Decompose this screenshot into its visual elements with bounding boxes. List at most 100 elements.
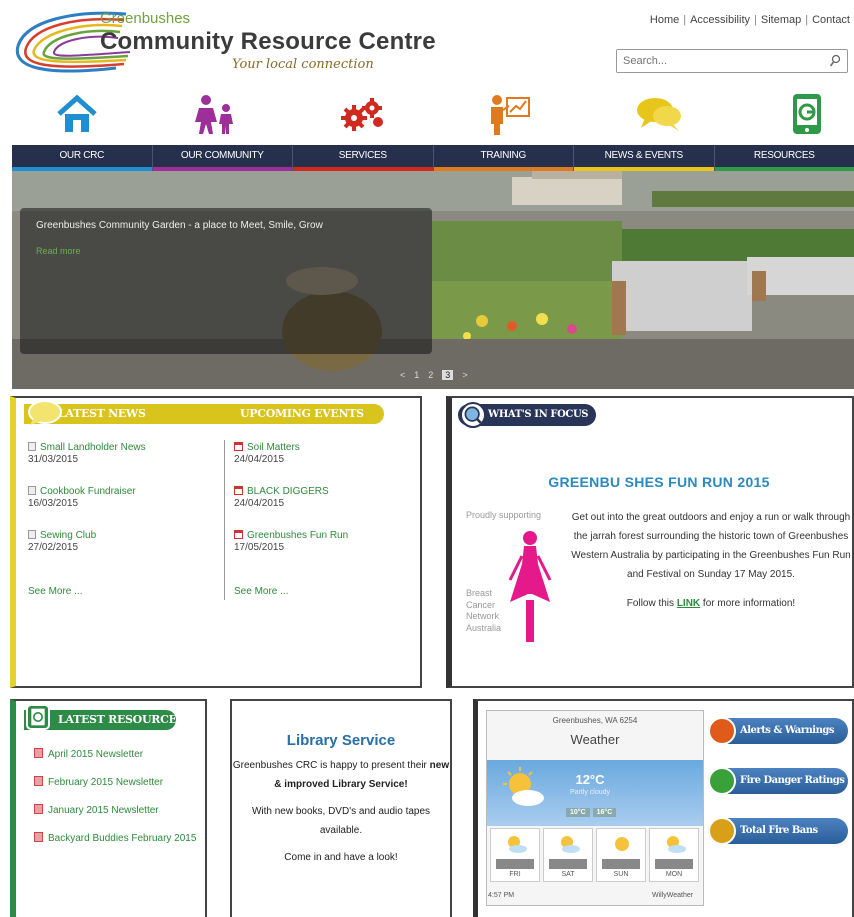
pdf-icon xyxy=(34,804,43,814)
event-date: 24/04/2015 xyxy=(234,498,285,509)
pager-1[interactable]: 1 xyxy=(414,370,419,380)
search-input[interactable] xyxy=(617,50,817,72)
news-item[interactable]: Small Landholder News 31/03/2015 xyxy=(28,442,146,465)
weather-location: Greenbushes, WA 6254 xyxy=(552,716,638,725)
sun-cloud-icon xyxy=(561,836,580,853)
link-separator: | xyxy=(683,14,687,26)
resource-title[interactable]: February 2015 Newsletter xyxy=(48,777,163,788)
news-title[interactable]: Cookbook Fundraiser xyxy=(40,486,136,497)
weather-title: Weather xyxy=(570,732,620,747)
event-title[interactable]: BLACK DIGGERS xyxy=(247,486,329,497)
hero-caption-title: Greenbushes Community Garden - a place t… xyxy=(36,220,323,231)
home-link[interactable]: Home xyxy=(650,14,679,26)
fun-run-description: Get out into the great outdoors and enjo… xyxy=(566,508,854,613)
fun-run-link[interactable]: LINK xyxy=(677,598,700,609)
forecast-temp-bar xyxy=(496,859,534,869)
sponsor-line: Breast xyxy=(466,588,493,598)
follow-pre: Follow this xyxy=(626,598,677,609)
event-item[interactable]: Greenbushes Fun Run 17/05/2015 xyxy=(234,530,348,553)
resource-item[interactable]: April 2015 Newsletter xyxy=(34,748,143,760)
link-separator: | xyxy=(754,14,757,26)
resource-title[interactable]: January 2015 Newsletter xyxy=(48,805,159,816)
calendar-icon xyxy=(234,442,243,451)
news-date: 16/03/2015 xyxy=(28,498,79,509)
news-date: 27/02/2015 xyxy=(28,542,79,553)
resource-item[interactable]: January 2015 Newsletter xyxy=(34,804,159,816)
news-bubble-icon xyxy=(28,400,62,425)
resource-item[interactable]: February 2015 Newsletter xyxy=(34,776,163,788)
slider-pager: < 1 2 3 > xyxy=(400,370,468,380)
resource-item[interactable]: Backyard Buddies February 2015 xyxy=(34,832,204,845)
sun-icon xyxy=(615,837,629,851)
tablet-icon[interactable] xyxy=(782,90,832,138)
logo-title[interactable]: Community Resource Centre xyxy=(100,28,436,56)
news-item[interactable]: Cookbook Fundraiser 16/03/2015 xyxy=(28,486,136,509)
fire-danger-icon xyxy=(708,767,736,795)
speech-bubbles-icon[interactable] xyxy=(634,90,684,138)
sponsor-line: Australia xyxy=(466,622,502,633)
accessibility-link[interactable]: Accessibility xyxy=(690,14,750,26)
contact-link[interactable]: Contact xyxy=(812,14,850,26)
nav-resources[interactable]: RESOURCES xyxy=(714,145,854,171)
resource-title[interactable]: Backyard Buddies February 2015 xyxy=(48,833,196,844)
magnifier-globe-icon xyxy=(460,402,486,428)
pager-next[interactable]: > xyxy=(462,370,467,380)
forecast-temp-bar xyxy=(549,859,587,869)
news-item[interactable]: Sewing Club 27/02/2015 xyxy=(28,530,96,553)
news-title[interactable]: Sewing Club xyxy=(40,530,96,541)
upcoming-events-title: UPCOMING EVENTS xyxy=(240,407,364,420)
latest-news-title: LATEST NEWS xyxy=(58,407,146,420)
library-text: Greenbushes CRC is happy to present thei… xyxy=(232,756,450,867)
forecast-day: SAT xyxy=(543,828,593,882)
gears-icon[interactable] xyxy=(338,90,388,138)
event-title[interactable]: Soil Matters xyxy=(247,442,300,453)
home-icon[interactable] xyxy=(52,90,102,138)
hero-read-more[interactable]: Read more xyxy=(36,246,81,256)
document-icon xyxy=(28,442,36,451)
forecast-day: SUN xyxy=(596,828,646,882)
weather-min: 10°C xyxy=(566,808,590,817)
nav-label: OUR CRC xyxy=(59,150,105,161)
forecast-temp-bar xyxy=(602,859,640,869)
pager-prev[interactable]: < xyxy=(400,370,405,380)
weather-brand[interactable]: WillyWeather xyxy=(652,892,693,899)
nav-services[interactable]: SERVICES xyxy=(293,145,434,171)
news-see-more[interactable]: See More ... xyxy=(28,586,82,597)
events-see-more[interactable]: See More ... xyxy=(234,586,288,597)
news-date: 31/03/2015 xyxy=(28,454,79,465)
top-links: Home | Accessibility | Sitemap | Contact xyxy=(650,14,850,26)
event-title[interactable]: Greenbushes Fun Run xyxy=(247,530,348,541)
event-date: 17/05/2015 xyxy=(234,542,285,553)
weather-condition: Partly cloudy xyxy=(569,789,611,796)
presenter-icon[interactable] xyxy=(484,90,534,138)
forecast-temp-bar xyxy=(655,859,693,869)
sitemap-link[interactable]: Sitemap xyxy=(761,14,801,26)
nav-news-events[interactable]: NEWS & EVENTS xyxy=(574,145,715,171)
calendar-icon xyxy=(234,486,243,495)
nav-our-community[interactable]: OUR COMMUNITY xyxy=(152,145,293,171)
pdf-icon xyxy=(34,748,43,758)
forecast-day-name: MON xyxy=(665,871,683,878)
fun-run-headline: GREENBU SHES FUN RUN 2015 xyxy=(548,474,770,490)
weather-range: 10°C 16°C xyxy=(566,808,617,817)
nav-label: RESOURCES xyxy=(753,150,815,161)
nav-our-crc[interactable]: OUR CRC xyxy=(12,145,153,171)
pdf-icon xyxy=(34,832,43,842)
nav-training[interactable]: TRAINING xyxy=(433,145,574,171)
main-nav: OUR CRC OUR COMMUNITY SERVICES TRAINING … xyxy=(12,145,854,171)
tablet-icon xyxy=(26,704,50,730)
nav-label: OUR COMMUNITY xyxy=(180,150,264,161)
pager-3[interactable]: 3 xyxy=(442,370,454,380)
search-icon[interactable] xyxy=(829,54,841,68)
sponsor-line: Network xyxy=(466,611,500,621)
pdf-icon xyxy=(34,776,43,786)
weather-temp: 12°C xyxy=(575,772,605,787)
news-header-bar: LATEST NEWS UPCOMING EVENTS xyxy=(24,404,384,424)
people-icon[interactable] xyxy=(190,90,240,138)
pager-2[interactable]: 2 xyxy=(428,370,433,380)
event-item[interactable]: Soil Matters 24/04/2015 xyxy=(234,442,300,465)
resource-title[interactable]: April 2015 Newsletter xyxy=(48,749,143,760)
event-item[interactable]: BLACK DIGGERS 24/04/2015 xyxy=(234,486,329,509)
news-title[interactable]: Small Landholder News xyxy=(40,442,146,453)
fun-run-follow: Follow this LINK for more information! xyxy=(566,594,854,613)
